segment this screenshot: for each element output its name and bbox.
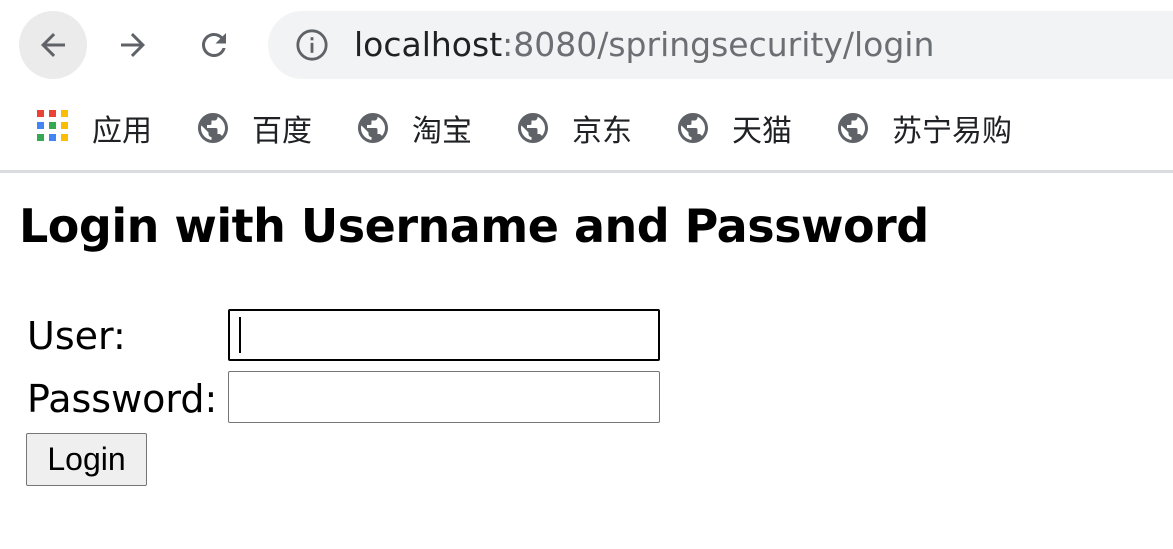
bookmark-label: 天猫 xyxy=(732,114,792,149)
back-button[interactable] xyxy=(19,11,87,79)
url-text[interactable]: localhost:8080/springsecurity/login xyxy=(354,23,934,67)
forward-button[interactable] xyxy=(99,11,167,79)
bookmark-tmall[interactable]: 天猫 xyxy=(675,108,792,149)
bookmark-apps[interactable]: 应用 xyxy=(35,108,152,149)
reload-icon xyxy=(202,33,226,57)
bookmarks-bar: 应用 百度 淘宝 京东 天猫 苏宁易购 xyxy=(0,90,1173,170)
arrow-left-icon xyxy=(41,33,65,57)
apps-grid-icon xyxy=(37,110,68,141)
bookmark-label: 淘宝 xyxy=(412,114,472,149)
bookmark-jd[interactable]: 京东 xyxy=(515,108,632,149)
globe-icon xyxy=(198,113,228,143)
password-label: Password: xyxy=(27,377,218,421)
globe-icon xyxy=(678,113,708,143)
arrow-right-icon xyxy=(121,33,145,57)
password-input[interactable] xyxy=(228,371,660,423)
bookmark-label: 苏宁易购 xyxy=(892,114,1012,149)
bookmark-baidu[interactable]: 百度 xyxy=(195,108,312,149)
bookmark-label: 京东 xyxy=(572,114,632,149)
page-title: Login with Username and Password xyxy=(19,199,929,253)
address-bar[interactable]: localhost:8080/springsecurity/login xyxy=(268,11,1173,79)
username-input[interactable] xyxy=(228,309,660,361)
login-button[interactable]: Login xyxy=(26,433,147,486)
url-path: :8080/springsecurity/login xyxy=(502,25,935,64)
reload-button[interactable] xyxy=(180,11,248,79)
globe-icon xyxy=(358,113,388,143)
text-caret xyxy=(239,317,241,353)
bookmark-label: 应用 xyxy=(92,114,152,149)
globe-icon xyxy=(518,113,548,143)
info-icon[interactable] xyxy=(295,28,329,62)
login-page: Login with Username and Password User: P… xyxy=(0,173,1173,549)
url-host: localhost xyxy=(354,25,503,64)
bookmark-taobao[interactable]: 淘宝 xyxy=(355,108,472,149)
browser-toolbar: localhost:8080/springsecurity/login xyxy=(0,0,1173,90)
bookmark-label: 百度 xyxy=(252,114,312,149)
globe-icon xyxy=(838,113,868,143)
bookmark-suning[interactable]: 苏宁易购 xyxy=(835,108,1012,149)
user-label: User: xyxy=(27,314,126,358)
